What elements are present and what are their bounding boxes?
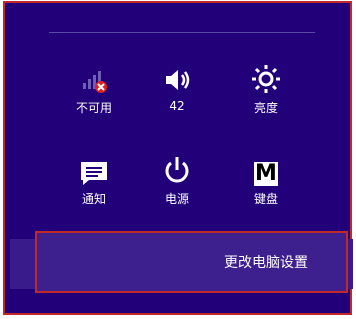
network-unavailable-icon [57, 57, 131, 95]
speaker-icon [140, 57, 214, 95]
change-pc-settings-label: 更改电脑设置 [224, 255, 308, 271]
notifications-label: 通知 [81, 192, 106, 206]
top-divider [49, 32, 315, 33]
sun-icon [229, 57, 303, 95]
power-icon [140, 148, 214, 186]
network-tile[interactable]: 不可用 [57, 57, 131, 116]
notifications-tile[interactable]: 通知 [57, 148, 131, 207]
brightness-tile[interactable]: 亮度 [229, 57, 303, 116]
keyboard-tile[interactable]: M 键盘 [229, 148, 303, 207]
power-tile[interactable]: 电源 [140, 148, 214, 207]
keyboard-layout-icon: M [229, 148, 303, 186]
keyboard-glyph: M [254, 161, 278, 186]
change-pc-settings-button[interactable]: 更改电脑设置 [35, 231, 348, 293]
volume-label: 42 [169, 99, 185, 113]
keyboard-label: 键盘 [253, 192, 278, 206]
volume-tile[interactable]: 42 [140, 57, 214, 113]
message-icon [57, 148, 131, 186]
power-label: 电源 [164, 192, 189, 206]
brightness-label: 亮度 [253, 101, 278, 115]
network-label: 不可用 [75, 101, 112, 115]
